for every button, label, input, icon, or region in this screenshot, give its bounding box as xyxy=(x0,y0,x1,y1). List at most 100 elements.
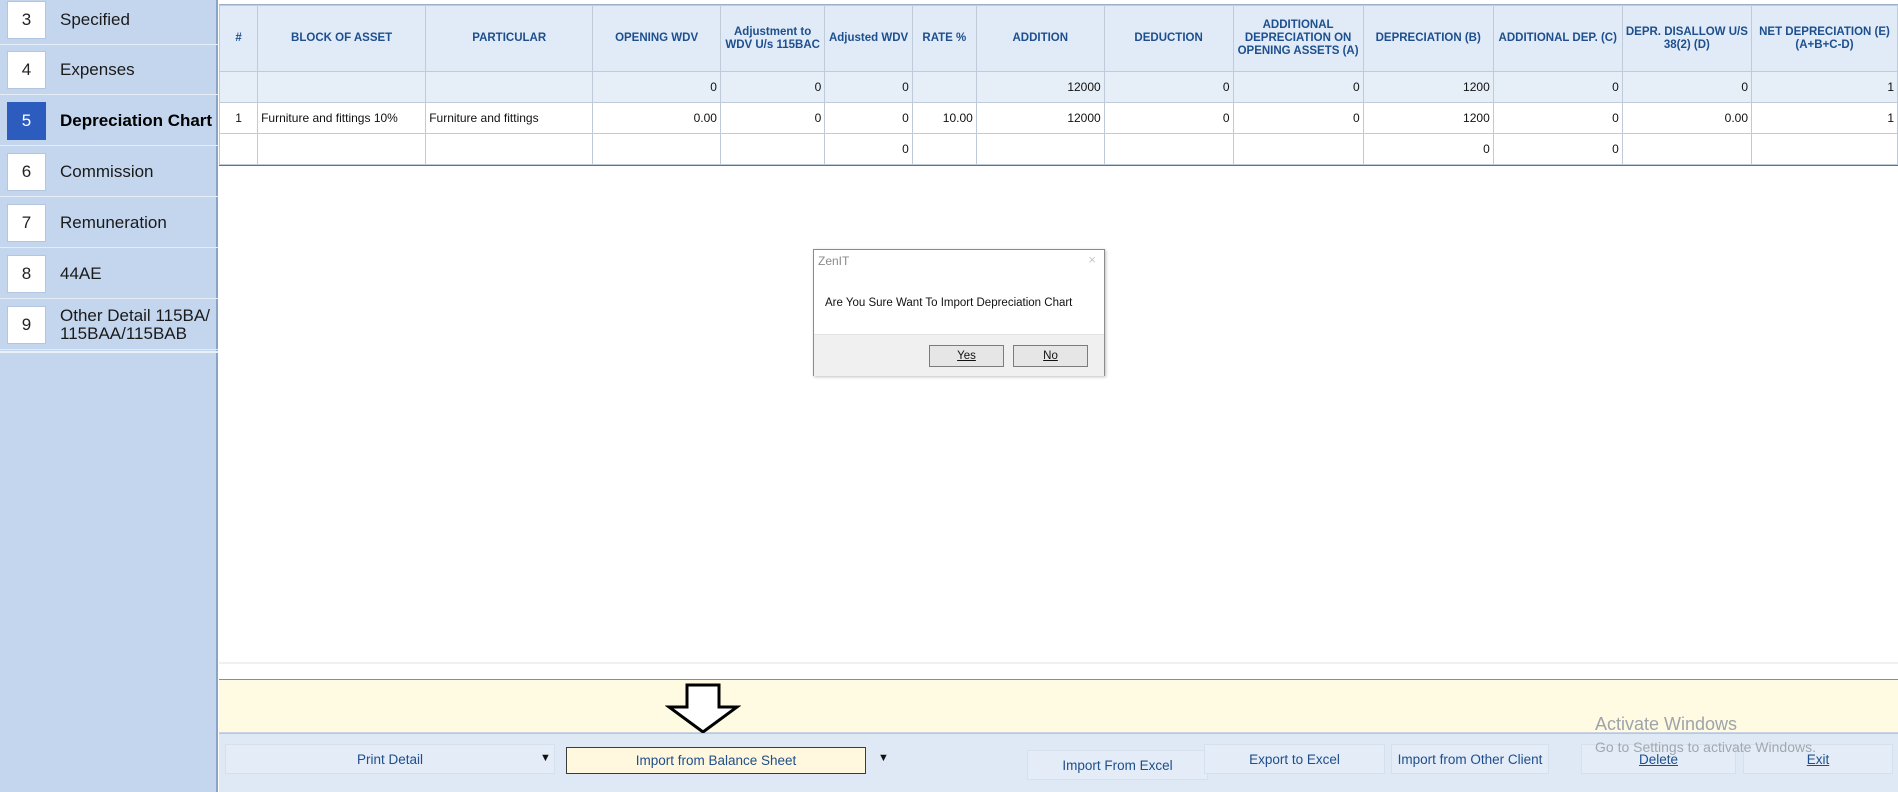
no-button[interactable]: No xyxy=(1013,345,1088,367)
activate-windows-hint: Go to Settings to activate Windows. xyxy=(1595,739,1816,755)
column-header[interactable]: DEDUCTION xyxy=(1103,5,1234,72)
export-to-excel-button[interactable]: Export to Excel xyxy=(1204,744,1385,774)
table-row[interactable]: 0 0 0 xyxy=(219,133,1898,165)
table-cell[interactable]: 1200 xyxy=(1362,102,1494,134)
summary-cell xyxy=(257,71,427,103)
sidebar-item-depreciation-chart[interactable]: 5 Depreciation Chart xyxy=(0,96,218,146)
column-header[interactable]: ADDITION xyxy=(975,5,1105,72)
column-header[interactable]: ADDITIONAL DEPRECIATION ON OPENING ASSET… xyxy=(1232,5,1364,72)
summary-cell: 1200 xyxy=(1362,71,1494,103)
sidebar-item-number: 6 xyxy=(7,153,46,191)
summary-cell: 0 xyxy=(1492,71,1623,103)
sidebar-item-label: Specified xyxy=(60,9,130,29)
table-cell[interactable] xyxy=(719,133,826,165)
sidebar-item-label: Expenses xyxy=(60,59,135,79)
summary-cell xyxy=(911,71,977,103)
sidebar-item-number: 8 xyxy=(7,255,46,293)
sidebar-item-label: Remuneration xyxy=(60,212,167,232)
sidebar-item-number: 3 xyxy=(7,1,46,39)
table-cell[interactable]: 1 xyxy=(219,102,259,134)
table-cell[interactable] xyxy=(1103,133,1234,165)
column-header[interactable]: BLOCK OF ASSET xyxy=(257,5,427,72)
sidebar-item-remuneration[interactable]: 7 Remuneration xyxy=(0,198,218,248)
no-label: No xyxy=(1043,350,1058,362)
print-detail-label: Print Detail xyxy=(356,751,424,767)
table-cell[interactable] xyxy=(975,133,1105,165)
depreciation-table: # BLOCK OF ASSET PARTICULAR OPENING WDV … xyxy=(219,5,1898,165)
summary-cell: 0 xyxy=(592,71,721,103)
table-cell[interactable] xyxy=(1751,133,1898,165)
sidebar-item-label: Depreciation Chart xyxy=(60,110,213,130)
column-header[interactable]: PARTICULAR xyxy=(425,5,594,72)
summary-cell: 1 xyxy=(1751,71,1898,103)
column-header[interactable]: NET DEPRECIATION (E)(A+B+C-D) xyxy=(1751,5,1898,72)
sidebar-item-label: Commission xyxy=(60,161,154,181)
dialog-button-bar: Yes No xyxy=(814,334,1104,376)
sidebar-item-specified[interactable]: 3 Specified xyxy=(0,0,218,45)
table-cell[interactable]: 10.00 xyxy=(911,102,977,134)
sidebar-item-label: Other Detail 115BA/ 115BAA/115BAB xyxy=(60,305,210,343)
print-detail-dropdown-icon[interactable]: ▼ xyxy=(540,752,551,764)
column-header[interactable]: ADDITIONAL DEP. (C) xyxy=(1492,5,1623,72)
table-cell[interactable]: 0.00 xyxy=(592,102,721,134)
table-cell[interactable]: Furniture and fittings 10% xyxy=(257,102,427,134)
column-header[interactable]: OPENING WDV xyxy=(592,5,721,72)
table-cell[interactable]: Furniture and fittings xyxy=(425,102,594,134)
sidebar-item-label: 44AE xyxy=(60,263,102,283)
table-cell[interactable]: 12000 xyxy=(975,102,1105,134)
table-cell[interactable] xyxy=(425,133,594,165)
import-from-other-client-button[interactable]: Import from Other Client xyxy=(1391,744,1549,774)
table-cell[interactable] xyxy=(219,133,259,165)
column-header[interactable]: # xyxy=(219,5,259,72)
column-header[interactable]: DEPR. DISALLOW U/S 38(2) (D) xyxy=(1621,5,1753,72)
import-dropdown-icon[interactable]: ▼ xyxy=(878,752,889,764)
column-header[interactable]: Adjustment to WDV U/s 115BAC xyxy=(719,5,826,72)
table-cell[interactable]: 0 xyxy=(824,102,913,134)
table-cell[interactable]: 0 xyxy=(1492,102,1623,134)
sidebar-divider xyxy=(0,351,218,353)
table-cell[interactable]: 0 xyxy=(1103,102,1234,134)
sidebar-item-44ae[interactable]: 8 44AE xyxy=(0,249,218,299)
table-cell[interactable]: 0.00 xyxy=(1621,102,1753,134)
dialog-title: ZenIT xyxy=(818,254,850,268)
table-cell[interactable] xyxy=(1621,133,1753,165)
table-cell[interactable]: 1 xyxy=(1751,102,1898,134)
sidebar-item-number: 4 xyxy=(7,51,46,89)
sidebar-item-number: 7 xyxy=(7,204,46,242)
sidebar-item-commission[interactable]: 6 Commission xyxy=(0,147,218,197)
sidebar-item-other-detail[interactable]: 9 Other Detail 115BA/ 115BAA/115BAB xyxy=(0,300,218,350)
sidebar-item-label-line2: 115BAA/115BAB xyxy=(60,323,187,343)
close-icon[interactable]: × xyxy=(1088,252,1096,267)
table-cell[interactable] xyxy=(257,133,427,165)
table-cell[interactable] xyxy=(592,133,721,165)
sidebar-item-label-line1: Other Detail 115BA/ xyxy=(60,305,210,325)
column-header[interactable]: DEPRECIATION (B) xyxy=(1362,5,1494,72)
confirm-import-dialog: ZenIT × Are You Sure Want To Import Depr… xyxy=(813,249,1105,376)
summary-cell: 0 xyxy=(824,71,913,103)
column-header[interactable]: RATE % xyxy=(911,5,977,72)
summary-cell: 12000 xyxy=(975,71,1105,103)
yes-button[interactable]: Yes xyxy=(929,345,1004,367)
table-cell[interactable] xyxy=(911,133,977,165)
import-from-balance-sheet-button[interactable]: Import from Balance Sheet xyxy=(566,747,866,774)
table-cell[interactable]: 0 xyxy=(824,133,913,165)
table-cell[interactable]: 0 xyxy=(1362,133,1494,165)
dialog-message: Are You Sure Want To Import Depreciation… xyxy=(825,297,1073,309)
summary-cell xyxy=(219,71,259,103)
table-cell[interactable] xyxy=(1232,133,1364,165)
horizontal-scrollbar[interactable]: < xyxy=(219,660,1898,664)
table-header-row: # BLOCK OF ASSET PARTICULAR OPENING WDV … xyxy=(219,5,1898,72)
yes-label: Yes xyxy=(957,350,976,362)
sidebar: 3 Specified 4 Expenses 5 Depreciation Ch… xyxy=(0,0,218,792)
table-cell[interactable]: 0 xyxy=(719,102,826,134)
sidebar-item-expenses[interactable]: 4 Expenses xyxy=(0,45,218,95)
table-cell[interactable]: 0 xyxy=(1232,102,1364,134)
scroll-left-arrow-icon[interactable]: < xyxy=(222,660,229,664)
activate-windows-watermark: Activate Windows xyxy=(1595,714,1738,734)
table-row[interactable]: 1 Furniture and fittings 10% Furniture a… xyxy=(219,102,1898,134)
column-header[interactable]: Adjusted WDV xyxy=(824,5,913,72)
import-from-excel-button[interactable]: Import From Excel xyxy=(1027,750,1208,780)
table-cell[interactable]: 0 xyxy=(1492,133,1623,165)
summary-cell xyxy=(425,71,594,103)
print-detail-button[interactable]: Print Detail xyxy=(225,744,555,774)
